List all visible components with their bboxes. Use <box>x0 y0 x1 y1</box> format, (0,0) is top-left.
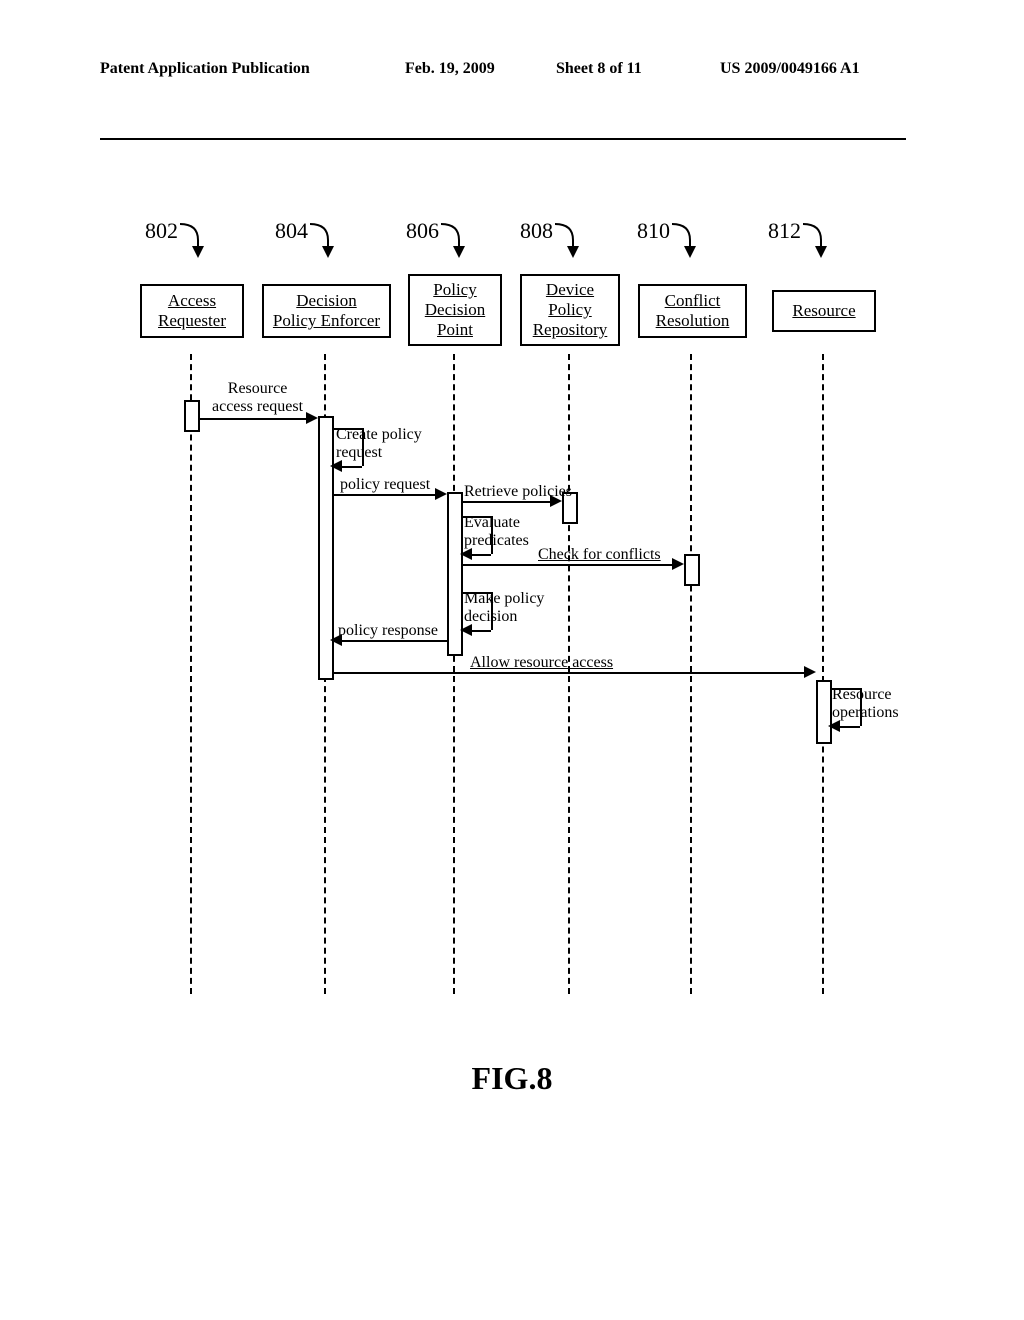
msg-resource-access-request: Resource access request <box>212 380 303 415</box>
arrowhead-icon <box>460 548 472 560</box>
header-publication: Patent Application Publication <box>100 60 310 78</box>
actor-resource: Resource <box>772 290 876 332</box>
arrow-policy-request <box>332 494 435 496</box>
activation-access-requester <box>184 400 200 432</box>
self-return-line <box>362 428 364 466</box>
lifeline-conflict-resolution <box>690 354 692 994</box>
arrowhead-icon <box>460 624 472 636</box>
arrow-check-for-conflicts <box>461 564 672 566</box>
header-sheet: Sheet 8 of 11 <box>556 60 642 78</box>
msg-check-for-conflicts: Check for conflicts <box>538 546 661 564</box>
ref-810: 810 <box>637 218 670 244</box>
ref-808-pointer <box>551 220 585 262</box>
arrowhead-icon <box>672 558 684 570</box>
actor-label: Decision <box>425 300 485 320</box>
actor-label: Requester <box>158 311 226 331</box>
msg-policy-request: policy request <box>340 476 430 494</box>
arrowhead-icon <box>435 488 447 500</box>
actor-label: Conflict <box>665 291 721 311</box>
arrowhead-icon <box>330 460 342 472</box>
self-return-line <box>340 466 362 468</box>
arrowhead-icon <box>828 720 840 732</box>
self-return-line <box>830 688 860 690</box>
header-date: Feb. 19, 2009 <box>405 60 495 78</box>
actor-label: Resource <box>792 301 855 321</box>
arrow-resource-access-request <box>198 418 306 420</box>
header-pubno: US 2009/0049166 A1 <box>720 60 860 78</box>
self-return-line <box>332 428 362 430</box>
self-return-line <box>491 592 493 630</box>
ref-806-pointer <box>437 220 471 262</box>
lifeline-resource <box>822 354 824 994</box>
arrow-allow-resource-access <box>332 672 804 674</box>
figure-caption: FIG.8 <box>0 1060 1024 1097</box>
lifeline-policy-decision-point <box>453 354 455 994</box>
arrowhead-icon <box>550 495 562 507</box>
header-rule <box>100 138 906 140</box>
actor-label: Decision <box>296 291 356 311</box>
actor-label: Policy <box>548 300 591 320</box>
self-return-line <box>840 726 860 728</box>
ref-804-pointer <box>306 220 340 262</box>
msg-evaluate-predicates: Evaluate predicates <box>464 514 529 549</box>
self-return-line <box>470 554 491 556</box>
actor-label: Device <box>546 280 594 300</box>
msg-create-policy-request: Create policy request <box>336 426 422 461</box>
self-return-line <box>860 688 862 726</box>
actor-label: Resolution <box>656 311 730 331</box>
arrowhead-icon <box>330 634 342 646</box>
msg-resource-operations: Resource operations <box>832 686 899 721</box>
ref-812: 812 <box>768 218 801 244</box>
self-return-line <box>491 516 493 554</box>
ref-810-pointer <box>668 220 702 262</box>
actor-label: Policy <box>433 280 476 300</box>
msg-make-policy-decision: Make policy decision <box>464 590 544 625</box>
actor-policy-decision-point: Policy Decision Point <box>408 274 502 346</box>
self-return-line <box>461 592 491 594</box>
arrow-retrieve-policies <box>461 501 550 503</box>
self-return-line <box>470 630 491 632</box>
actor-decision-policy-enforcer: Decision Policy Enforcer <box>262 284 391 338</box>
ref-806: 806 <box>406 218 439 244</box>
ref-802: 802 <box>145 218 178 244</box>
arrowhead-icon <box>306 412 318 424</box>
msg-policy-response: policy response <box>338 622 438 640</box>
actor-label: Repository <box>533 320 608 340</box>
ref-812-pointer <box>799 220 833 262</box>
arrow-policy-response <box>342 640 447 642</box>
actor-access-requester: Access Requester <box>140 284 244 338</box>
actor-label: Point <box>437 320 473 340</box>
ref-802-pointer <box>176 220 210 262</box>
actor-conflict-resolution: Conflict Resolution <box>638 284 747 338</box>
self-return-line <box>461 516 491 518</box>
arrowhead-icon <box>804 666 816 678</box>
lifeline-device-policy-repository <box>568 354 570 994</box>
actor-label: Policy Enforcer <box>273 311 380 331</box>
activation-conflict-resolution <box>684 554 700 586</box>
ref-804: 804 <box>275 218 308 244</box>
msg-allow-resource-access: Allow resource access <box>470 654 613 672</box>
lifeline-access-requester <box>190 354 192 994</box>
ref-808: 808 <box>520 218 553 244</box>
actor-device-policy-repository: Device Policy Repository <box>520 274 620 346</box>
sequence-diagram: 802 804 806 808 810 812 Access Requester… <box>140 230 900 990</box>
actor-label: Access <box>168 291 216 311</box>
